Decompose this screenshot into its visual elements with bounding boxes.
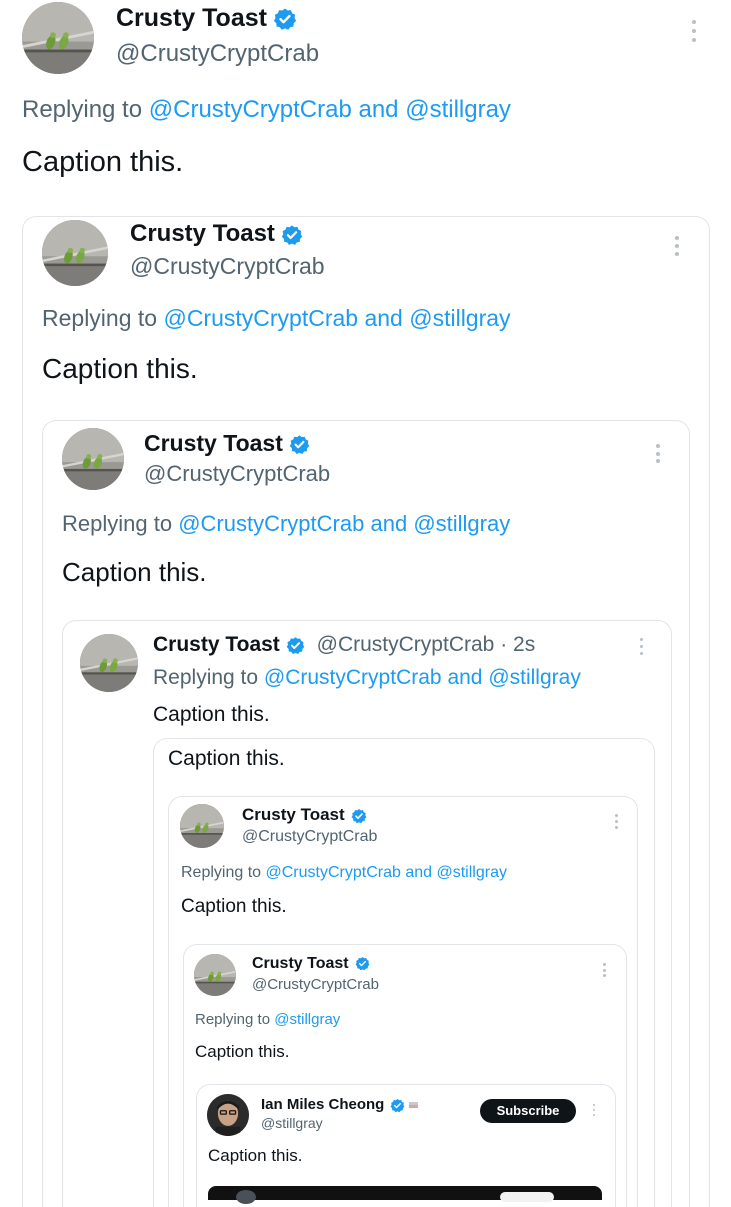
display-name[interactable]: Crusty Toast @CrustyCryptCrab · 2s (153, 633, 535, 657)
reply-mention-link[interactable]: @stillgray (413, 511, 510, 536)
flag-icon (409, 1102, 419, 1109)
replying-prefix: Replying to (42, 305, 158, 331)
more-options-icon[interactable] (637, 638, 645, 655)
replying-prefix: Replying to (195, 1011, 271, 1028)
reply-mention-link[interactable]: @stillgray (274, 1011, 340, 1028)
reply-mention-link[interactable]: @CrustyCryptCrab (266, 864, 401, 881)
tweet-text: Caption this. (42, 353, 198, 384)
tweet-text: Caption this. (153, 703, 270, 726)
timestamp[interactable]: · 2s (500, 633, 535, 656)
tweet-text: Caption this. (195, 1042, 290, 1061)
replying-to: Replying to @CrustyCryptCrab and @stillg… (181, 864, 507, 882)
avatar[interactable] (194, 954, 236, 996)
display-name[interactable]: Crusty Toast (130, 220, 303, 248)
reply-mention-link[interactable]: @CrustyCryptCrab (264, 666, 442, 689)
user-handle[interactable]: @CrustyCryptCrab (317, 633, 495, 656)
verified-badge-icon (286, 636, 305, 655)
tweet-text: Caption this. (208, 1146, 303, 1165)
display-name[interactable]: Crusty Toast (144, 430, 310, 457)
reply-mention-link[interactable]: @stillgray (436, 864, 506, 881)
verified-badge-icon (355, 956, 370, 971)
replying-to: Replying to @CrustyCryptCrab and @stillg… (42, 305, 511, 332)
verified-badge-icon (289, 434, 310, 455)
media-preview[interactable] (208, 1186, 602, 1204)
verified-badge-icon (281, 224, 303, 246)
more-options-icon[interactable] (673, 236, 681, 256)
display-name-text: Crusty Toast (144, 430, 283, 456)
tweet-text: Caption this. (62, 557, 207, 587)
replying-prefix: Replying to (181, 864, 262, 881)
display-name[interactable]: Crusty Toast (242, 805, 367, 825)
verified-badge-icon (351, 808, 367, 824)
media-button (500, 1192, 554, 1202)
verified-badge-icon (273, 7, 297, 31)
display-name[interactable]: Ian Miles Cheong (261, 1096, 419, 1113)
display-name[interactable]: Crusty Toast (116, 4, 297, 33)
reply-and: and (447, 666, 483, 689)
more-options-icon[interactable] (690, 20, 698, 42)
subscribe-button[interactable]: Subscribe (480, 1099, 576, 1123)
reply-mention-link[interactable]: @CrustyCryptCrab (163, 305, 358, 331)
user-handle[interactable]: @CrustyCryptCrab (144, 461, 330, 487)
reply-and: and (364, 305, 403, 331)
user-handle[interactable]: @stillgray (261, 1115, 323, 1131)
replying-prefix: Replying to (62, 511, 173, 536)
verified-badge-icon (390, 1098, 405, 1113)
avatar (236, 1190, 256, 1204)
avatar[interactable] (207, 1094, 249, 1136)
replying-prefix: Replying to (153, 666, 259, 689)
reply-mention-link[interactable]: @CrustyCryptCrab (178, 511, 364, 536)
tweet-text: Caption this. (22, 146, 184, 178)
more-options-icon[interactable] (591, 1104, 597, 1116)
user-handle[interactable]: @CrustyCryptCrab (130, 253, 325, 280)
replying-prefix: Replying to (22, 96, 143, 123)
tweet-text: Caption this. (168, 747, 285, 770)
display-name-text: Crusty Toast (252, 955, 349, 972)
display-name-text: Ian Miles Cheong (261, 1096, 385, 1113)
more-options-icon[interactable] (601, 963, 607, 977)
avatar[interactable] (42, 220, 108, 286)
reply-and: and (358, 96, 399, 123)
avatar[interactable] (22, 2, 94, 74)
avatar[interactable] (80, 634, 138, 692)
replying-to: Replying to @stillgray (195, 1011, 340, 1028)
display-name-text: Crusty Toast (116, 4, 267, 32)
replying-to: Replying to @CrustyCryptCrab and @stillg… (153, 666, 581, 690)
replying-to: Replying to @CrustyCryptCrab and @stillg… (62, 511, 510, 537)
reply-mention-link[interactable]: @stillgray (405, 96, 511, 123)
reply-and: and (370, 511, 408, 536)
user-handle[interactable]: @CrustyCryptCrab (252, 976, 379, 993)
reply-mention-link[interactable]: @stillgray (488, 666, 581, 689)
tweet-text: Caption this. (181, 896, 287, 917)
display-name-text: Crusty Toast (130, 220, 275, 247)
more-options-icon[interactable] (613, 814, 619, 829)
reply-and: and (405, 864, 433, 881)
more-options-icon[interactable] (654, 444, 662, 463)
avatar[interactable] (62, 428, 124, 490)
display-name[interactable]: Crusty Toast (252, 955, 370, 973)
display-name-text: Crusty Toast (153, 633, 280, 656)
reply-mention-link[interactable]: @CrustyCryptCrab (149, 96, 352, 123)
user-handle[interactable]: @CrustyCryptCrab (116, 40, 319, 68)
avatar[interactable] (180, 804, 224, 848)
replying-to: Replying to @CrustyCryptCrab and @stillg… (22, 96, 511, 124)
user-handle[interactable]: @CrustyCryptCrab (242, 828, 377, 846)
reply-mention-link[interactable]: @stillgray (409, 305, 510, 331)
display-name-text: Crusty Toast (242, 805, 345, 824)
